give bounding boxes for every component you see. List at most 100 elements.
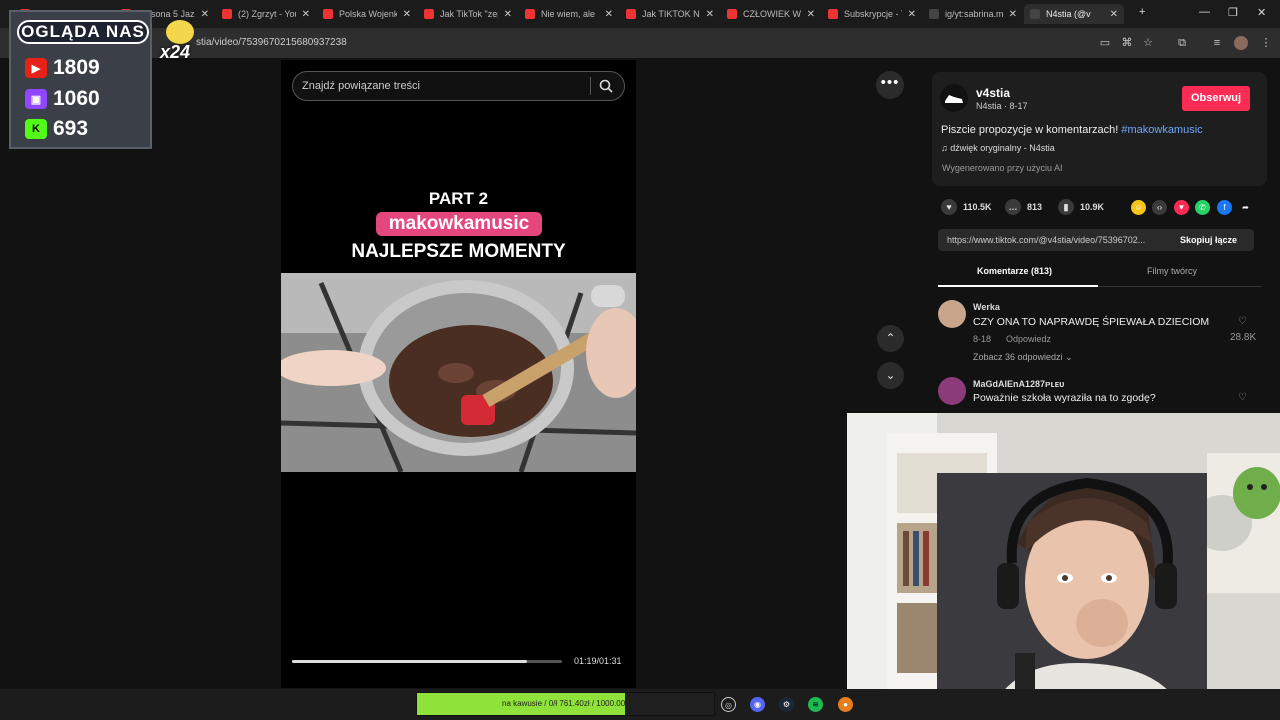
tab-favicon-icon — [828, 9, 838, 19]
save-button[interactable]: ▮ 10.9K — [1058, 199, 1104, 215]
new-tab-button[interactable]: + — [1139, 6, 1145, 18]
tab-close-icon[interactable]: ✕ — [504, 9, 512, 20]
comment-like-heart-icon[interactable]: ♡ — [1238, 316, 1247, 327]
viewer-count-overlay: OGLĄDA NAS ▶ 1809 ▣ 1060 K 693 — [9, 10, 152, 149]
twitch-count: 1060 — [53, 87, 100, 110]
discord-icon[interactable]: ◉ — [750, 697, 765, 712]
tab-close-icon[interactable]: ✕ — [807, 9, 815, 20]
view-replies-button[interactable]: Zobacz 36 odpowiedzi ⌄ — [973, 352, 1073, 363]
more-options-button[interactable]: ••• — [876, 71, 904, 99]
follow-button[interactable]: Obserwuj — [1182, 86, 1250, 111]
save-count: 10.9K — [1080, 202, 1105, 212]
reply-button[interactable]: Odpowiedz — [1006, 334, 1051, 344]
share-arrow-icon[interactable]: ➦ — [1238, 200, 1253, 215]
tab-close-icon[interactable]: ✕ — [302, 9, 310, 20]
comment-avatar[interactable] — [938, 300, 966, 328]
profile-avatar[interactable] — [1234, 36, 1248, 50]
music-note-icon: ♫ — [941, 143, 951, 153]
comment-author[interactable]: MaGdAlEnA1287ᴘʟᴇᴜ — [973, 379, 1064, 389]
browser-tab[interactable]: CZŁOWIEK WI ✕ — [721, 4, 821, 24]
emote-combo: x24 — [158, 20, 198, 62]
previous-video-button[interactable]: ⌃ — [877, 325, 904, 352]
search-divider — [590, 77, 591, 95]
tab-favicon-icon — [1030, 9, 1040, 19]
comment-avatar[interactable] — [938, 377, 966, 405]
facebook-icon[interactable]: f — [1217, 200, 1232, 215]
comment-button[interactable]: … 813 — [1005, 199, 1042, 215]
tab-title: ig/yt:sabrina.m — [945, 9, 1003, 19]
browser-tab[interactable]: Jak TIKTOK Ni ✕ — [620, 4, 720, 24]
search-icon[interactable] — [598, 78, 614, 94]
tab-close-icon[interactable]: ✕ — [908, 9, 916, 20]
tab-favicon-icon — [323, 9, 333, 19]
tab-close-icon[interactable]: ✕ — [1009, 9, 1017, 20]
comment-date: 8-18 — [973, 334, 992, 344]
browser-tab[interactable]: Jak TikTok "zep ✕ — [418, 4, 518, 24]
donation-goal-bar: na kawusie / 0/ł 761.40zł / 1000.00zł — [416, 692, 715, 716]
kick-icon: K — [25, 119, 47, 139]
comment-text: CZY ONA TO NAPRAWDĘ ŚPIEWAŁA DZIECIOM — [973, 316, 1210, 328]
video-progress-bar[interactable] — [292, 660, 562, 663]
music-title: dźwięk oryginalny - N4stia — [950, 143, 1055, 153]
author-subline: N4stia · 8-17 — [976, 101, 1028, 111]
extensions-icon[interactable]: ⧉ — [1175, 36, 1189, 50]
author-username[interactable]: v4stia — [976, 86, 1010, 100]
browser-tab[interactable]: N4stia (@v ✕ — [1024, 4, 1124, 24]
tab-favicon-icon — [525, 9, 535, 19]
whatsapp-icon[interactable]: ✆ — [1195, 200, 1210, 215]
comment-like-count: 28.8K — [1230, 332, 1257, 343]
video-frame[interactable] — [281, 273, 636, 472]
webcam-image — [847, 413, 1280, 720]
tab-close-icon[interactable]: ✕ — [403, 9, 411, 20]
translate-icon[interactable]: ⌘ — [1120, 36, 1134, 50]
next-video-button[interactable]: ⌄ — [877, 362, 904, 389]
comment-like-heart-icon[interactable]: ♡ — [1238, 392, 1247, 403]
tab-comments[interactable]: Komentarze (813) — [977, 266, 1052, 276]
video-link-text[interactable]: https://www.tiktok.com/@v4stia/video/753… — [947, 235, 1167, 245]
maximize-button[interactable]: ❐ — [1228, 6, 1238, 19]
bookmark-star-icon[interactable]: ☆ — [1141, 36, 1155, 50]
send-icon[interactable]: ▼ — [1174, 200, 1189, 215]
tab-favicon-icon — [727, 9, 737, 19]
youtube-viewers: ▶ 1809 — [25, 56, 100, 80]
tab-close-icon[interactable]: ✕ — [706, 9, 714, 20]
comment-count: 813 — [1027, 202, 1043, 212]
copy-link-button[interactable]: Skopiuj łącze — [1180, 235, 1237, 245]
music-info[interactable]: ♫ dźwięk oryginalny - N4stia — [941, 143, 1055, 153]
url-text[interactable]: stia/video/7539670215680937238 — [196, 37, 347, 48]
tab-title: Jak TikTok "zep — [440, 9, 498, 19]
minimize-button[interactable]: — — [1199, 6, 1210, 18]
tray-app-icon[interactable]: ● — [838, 697, 853, 712]
app-icon[interactable]: ◎ — [721, 697, 736, 712]
video-brand-label: makowkamusic — [376, 212, 542, 236]
tab-title: Subskrypcje - Y — [844, 9, 902, 19]
tab-creator-videos[interactable]: Filmy twórcy — [1147, 266, 1197, 276]
browser-tab[interactable]: ig/yt:sabrina.m ✕ — [923, 4, 1023, 24]
tab-favicon-icon — [222, 9, 232, 19]
comment-author[interactable]: Werka — [973, 302, 1000, 312]
close-window-button[interactable]: ✕ — [1257, 6, 1266, 19]
tab-title: Nie wiem, ale — [541, 9, 596, 19]
steam-icon[interactable]: ⚙ — [779, 697, 794, 712]
spotify-icon[interactable]: ≋ — [808, 697, 823, 712]
comment-text: Poważnie szkoła wyraziła na to zgodę? — [973, 392, 1156, 404]
tab-close-icon[interactable]: ✕ — [201, 9, 209, 20]
cast-icon[interactable]: ▭ — [1098, 36, 1112, 50]
browser-tab[interactable]: Polska Wojenk ✕ — [317, 4, 417, 24]
media-icon[interactable]: ≡ — [1210, 36, 1224, 50]
search-placeholder: Znajdź powiązane treści — [302, 80, 421, 92]
browser-tab[interactable]: Subskrypcje - Y ✕ — [822, 4, 922, 24]
author-avatar[interactable] — [940, 84, 968, 112]
overlay-title: OGLĄDA NAS — [17, 20, 149, 44]
browser-tab[interactable]: (2) Zgrzyt - You ✕ — [216, 4, 316, 24]
youtube-count: 1809 — [53, 56, 100, 79]
embed-icon[interactable]: ‹› — [1152, 200, 1167, 215]
hashtag-link[interactable]: #makowkamusic — [1121, 124, 1202, 136]
like-button[interactable]: ♥ 110.5K — [941, 199, 992, 215]
video-part-label: PART 2 — [428, 189, 489, 208]
browser-menu-icon[interactable]: ⋮ — [1259, 36, 1273, 50]
tab-close-icon[interactable]: ✕ — [605, 9, 613, 20]
friends-share-icon[interactable]: ☺ — [1131, 200, 1146, 215]
tab-close-icon[interactable]: ✕ — [1110, 9, 1118, 20]
browser-tab[interactable]: Nie wiem, ale ✕ — [519, 4, 619, 24]
